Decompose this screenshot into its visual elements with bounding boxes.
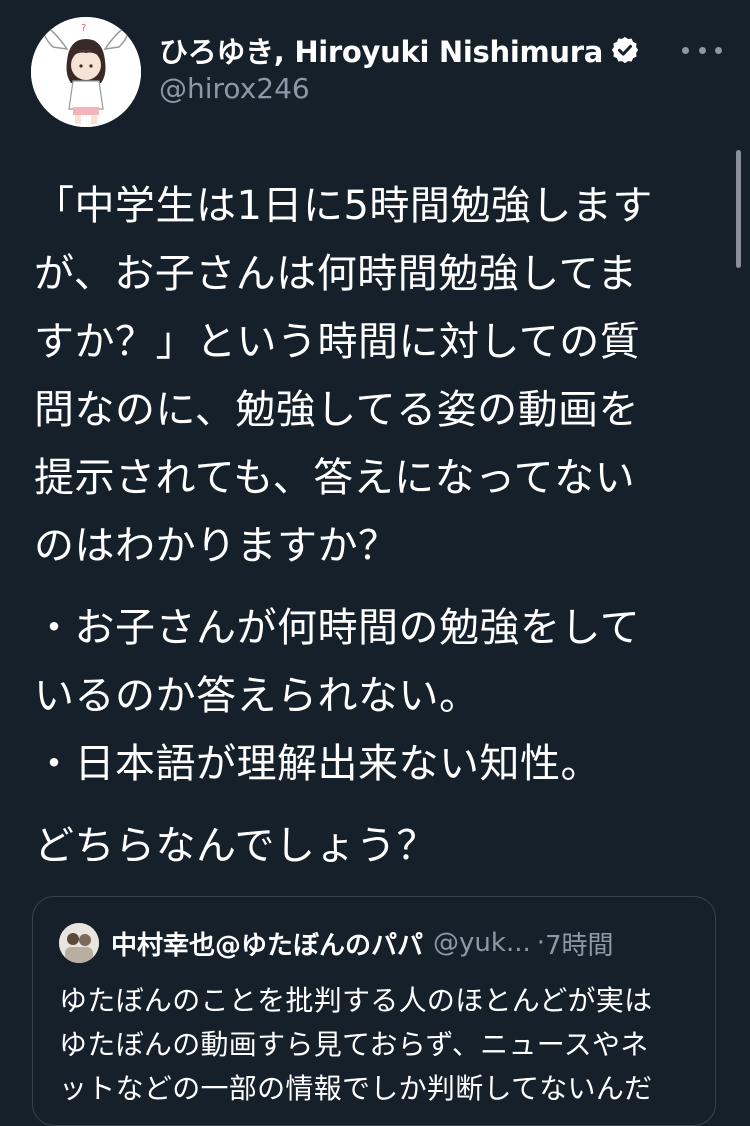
tweet-text: 「中学生は1日に5時間勉強します が、お子さんは何時間勉強してま すか？」という… — [34, 172, 694, 880]
tweet-line: ・お子さんが何時間の勉強をして — [34, 605, 641, 651]
more-dots-icon[interactable] — [682, 36, 722, 64]
tweet-line: 「中学生は1日に5時間勉強します — [34, 183, 653, 229]
author-name-row[interactable]: ひろゆき, Hiroyuki Nishimura — [159, 30, 640, 70]
quoted-author-handle[interactable]: @yuk... — [433, 928, 531, 958]
tweet-paragraph: 「中学生は1日に5時間勉強します が、お子さんは何時間勉強してま すか？」という… — [34, 172, 694, 580]
quoted-timestamp[interactable]: 7時間 — [545, 925, 614, 962]
tweet-line: が、お子さんは何時間勉強してま — [34, 251, 638, 297]
scrollbar[interactable] — [736, 150, 741, 268]
tweet-paragraph: ・お子さんが何時間の勉強をして いるのか答えられない。 ・日本語が理解出来ない知… — [34, 594, 694, 798]
quoted-line: ットなどの一部の情報でしか判断してないんだ — [59, 1072, 653, 1105]
tweet-line: すか？」という時間に対しての質 — [34, 319, 641, 365]
avatar-illustration-icon: ? — [31, 17, 141, 127]
tweet-paragraph: どちらなんでしょう？ — [34, 812, 694, 880]
quoted-line: ゆたぼんの動画すら見ておらず、ニュースやネ — [59, 1028, 649, 1061]
quoted-avatar-photo-icon — [59, 923, 99, 963]
tweet-line: のはわかりますか？ — [34, 523, 399, 569]
quoted-author-avatar[interactable] — [59, 923, 99, 963]
tweet-header: ? ひろゆき, Hiroyuki Nishimura @hirox246 — [0, 0, 750, 140]
quoted-author-name[interactable]: 中村幸也@ゆたぼんのパパ — [111, 925, 423, 962]
quoted-separator: · — [536, 928, 545, 958]
verified-badge-icon — [610, 35, 640, 65]
author-avatar[interactable]: ? — [31, 17, 141, 127]
tweet-line: いるのか答えられない。 — [34, 673, 480, 719]
author-handle[interactable]: @hirox246 — [159, 72, 310, 105]
svg-text:?: ? — [81, 23, 86, 34]
quoted-tweet-text: ゆたぼんのことを批判する人のほとんどが実は ゆたぼんの動画すら見ておらず、ニュー… — [59, 979, 699, 1111]
more-dot — [682, 46, 689, 54]
quoted-tweet-header: 中村幸也@ゆたぼんのパパ @yuk... · 7時間 — [59, 923, 614, 963]
more-dot — [698, 46, 706, 54]
tweet-line: ・日本語が理解出来ない知性。 — [34, 741, 601, 787]
author-display-name[interactable]: ひろゆき, Hiroyuki Nishimura — [159, 29, 603, 71]
tweet-line: どちらなんでしょう？ — [34, 823, 437, 869]
tweet-line: 提示されても、答えになってない — [34, 455, 636, 501]
tweet-line: 問なのに、勉強してる姿の動画を — [34, 387, 640, 433]
quoted-tweet-card[interactable]: 中村幸也@ゆたぼんのパパ @yuk... · 7時間 ゆたぼんのことを批判する人… — [32, 896, 716, 1126]
more-dot — [715, 46, 722, 54]
quoted-line: ゆたぼんのことを批判する人のほとんどが実は — [59, 984, 653, 1017]
